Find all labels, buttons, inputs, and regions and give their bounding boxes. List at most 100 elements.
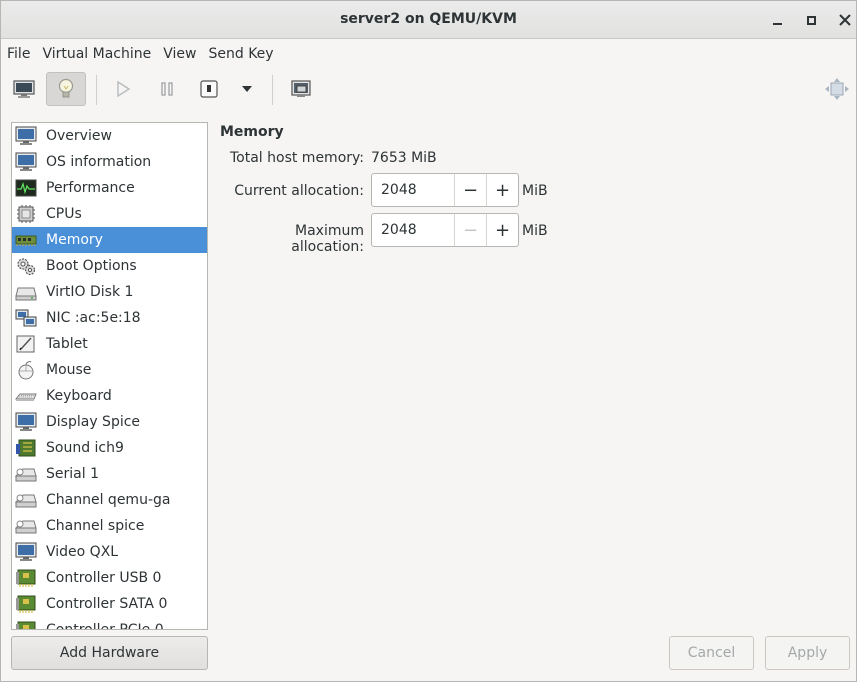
disk-icon: [15, 287, 37, 301]
current-allocation-input[interactable]: 2048: [372, 174, 454, 206]
total-memory-label: Total host memory:: [229, 150, 364, 166]
pause-button[interactable]: [147, 72, 187, 106]
shutdown-menu-button[interactable]: [227, 72, 267, 106]
list-item-label: VirtIO Disk 1: [46, 284, 134, 300]
list-item[interactable]: VirtIO Disk 1: [12, 279, 207, 305]
tablet-icon: [16, 335, 35, 353]
controller-card-icon: [16, 621, 36, 629]
list-item[interactable]: Controller SATA 0: [12, 591, 207, 617]
menu-bar: File Virtual Machine View Send Key: [1, 40, 856, 67]
list-item-label: Memory: [46, 232, 103, 248]
menu-virtual-machine[interactable]: Virtual Machine: [36, 46, 157, 62]
keyboard-icon: [15, 393, 37, 401]
toolbar-separator: [272, 75, 273, 105]
section-title: Memory: [220, 124, 284, 140]
maximum-allocation-label: Maximum allocation:: [291, 223, 364, 255]
list-item[interactable]: OS information: [12, 149, 207, 175]
close-button[interactable]: [835, 10, 855, 30]
list-item[interactable]: Channel spice: [12, 513, 207, 539]
controller-card-icon: [16, 569, 36, 587]
maximum-increment-button[interactable]: +: [486, 214, 518, 246]
maximum-unit-label: MiB: [522, 223, 548, 239]
list-item[interactable]: CPUs: [12, 201, 207, 227]
list-item[interactable]: Video QXL: [12, 539, 207, 565]
current-increment-button[interactable]: +: [486, 174, 518, 206]
list-item-label: Channel spice: [46, 518, 145, 534]
list-item[interactable]: Performance: [12, 175, 207, 201]
list-item-label: NIC :ac:5e:18: [46, 310, 141, 326]
snapshots-icon: [291, 80, 311, 97]
sound-card-icon: [16, 439, 36, 457]
monitor-icon: [13, 80, 35, 98]
show-console-button[interactable]: [4, 72, 44, 106]
vm-details-window: server2 on QEMU/KVM File Virtual Machine…: [0, 0, 857, 682]
list-item[interactable]: Keyboard: [12, 383, 207, 409]
list-item-label: Video QXL: [46, 544, 119, 560]
list-item[interactable]: Memory: [12, 227, 207, 253]
minimize-button[interactable]: [767, 10, 787, 30]
hardware-list[interactable]: Overview OS information Performance CPUs Mem…: [11, 122, 208, 630]
channel-icon: [15, 494, 37, 508]
menu-file[interactable]: File: [1, 46, 36, 62]
current-unit-label: MiB: [522, 183, 548, 199]
menu-send-key[interactable]: Send Key: [202, 46, 279, 62]
toolbar-separator: [96, 75, 97, 105]
maximize-button[interactable]: [801, 10, 821, 30]
list-item-label: Overview: [46, 128, 112, 144]
pause-icon: [161, 82, 173, 96]
window-title: server2 on QEMU/KVM: [340, 11, 517, 27]
channel-icon: [15, 520, 37, 534]
play-icon: [117, 80, 131, 98]
shutdown-button[interactable]: [189, 72, 229, 106]
maximum-allocation-input[interactable]: 2048: [372, 214, 454, 246]
current-allocation-label: Current allocation:: [234, 183, 364, 199]
controller-card-icon: [16, 595, 36, 613]
snapshots-button[interactable]: [281, 72, 321, 106]
current-decrement-button[interactable]: −: [454, 174, 486, 206]
fullscreen-button[interactable]: [817, 72, 857, 106]
current-allocation-spinner[interactable]: 2048 − +: [371, 173, 519, 207]
list-item[interactable]: Sound ich9: [12, 435, 207, 461]
monitor-icon: [15, 542, 37, 561]
list-item[interactable]: Overview: [12, 123, 207, 149]
list-item[interactable]: Controller PCIe 0: [12, 617, 207, 630]
cancel-button[interactable]: Cancel: [669, 636, 754, 670]
memory-module-icon: [15, 235, 37, 246]
serial-icon: [15, 468, 37, 482]
show-details-button[interactable]: [46, 72, 86, 106]
list-item[interactable]: Tablet: [12, 331, 207, 357]
list-item-label: OS information: [46, 154, 152, 170]
list-item-label: CPUs: [46, 206, 82, 222]
monitor-icon: [15, 152, 37, 171]
list-item[interactable]: Mouse: [12, 357, 207, 383]
apply-button[interactable]: Apply: [765, 636, 850, 670]
toolbar: [1, 67, 856, 112]
list-item-label: Tablet: [46, 336, 88, 352]
add-hardware-button[interactable]: Add Hardware: [11, 636, 208, 670]
fullscreen-icon: [825, 78, 849, 100]
list-item[interactable]: NIC :ac:5e:18: [12, 305, 207, 331]
list-item[interactable]: Display Spice: [12, 409, 207, 435]
run-button[interactable]: [103, 72, 143, 106]
list-item[interactable]: Channel qemu-ga: [12, 487, 207, 513]
total-memory-value: 7653 MiB: [371, 150, 437, 166]
list-item-label: Channel qemu-ga: [46, 492, 171, 508]
list-item-label: Controller PCIe 0: [46, 622, 164, 630]
list-item[interactable]: Boot Options: [12, 253, 207, 279]
list-item[interactable]: Serial 1: [12, 461, 207, 487]
minimize-icon: [772, 23, 782, 25]
list-item[interactable]: Controller USB 0: [12, 565, 207, 591]
maximize-icon: [806, 15, 816, 25]
list-item-label: Display Spice: [46, 414, 141, 430]
mouse-icon: [18, 361, 34, 380]
maximum-decrement-button[interactable]: −: [454, 214, 486, 246]
gears-icon: [17, 258, 36, 276]
power-icon: [200, 80, 218, 98]
title-bar[interactable]: server2 on QEMU/KVM: [1, 1, 856, 39]
list-item-label: Controller USB 0: [46, 570, 162, 586]
list-item-label: Mouse: [46, 362, 92, 378]
performance-graph-icon: [15, 179, 37, 197]
menu-view[interactable]: View: [157, 46, 202, 62]
maximum-allocation-spinner[interactable]: 2048 − +: [371, 213, 519, 247]
monitor-icon: [15, 412, 37, 431]
